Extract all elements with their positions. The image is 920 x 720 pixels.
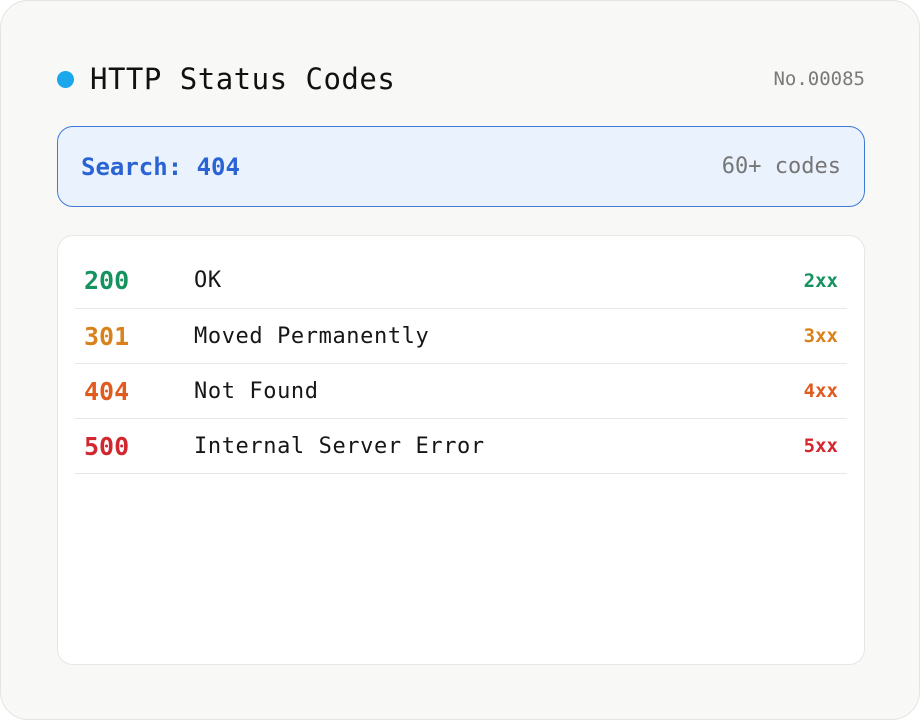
status-description: Internal Server Error <box>194 433 485 459</box>
status-code: 404 <box>84 376 130 406</box>
status-class: 5xx <box>803 435 838 457</box>
card-header: HTTP Status Codes No.00085 <box>57 59 865 99</box>
status-code-list: 200 OK 2xx 301 Moved Permanently 3xx 404… <box>57 235 865 665</box>
table-row[interactable]: 301 Moved Permanently 3xx <box>75 309 847 364</box>
page-title: HTTP Status Codes <box>90 62 396 96</box>
search-bar[interactable]: Search: 404 60+ codes <box>57 126 865 207</box>
table-row[interactable]: 404 Not Found 4xx <box>75 364 847 419</box>
status-class: 3xx <box>803 325 838 347</box>
serial-number: No.00085 <box>773 68 865 90</box>
status-dot-icon <box>57 70 74 88</box>
status-description: Not Found <box>194 378 319 404</box>
status-code: 500 <box>84 431 130 461</box>
code-count: 60+ codes <box>721 154 841 179</box>
status-code-card: HTTP Status Codes No.00085 Search: 404 6… <box>0 0 920 720</box>
search-query[interactable]: Search: 404 <box>81 153 240 181</box>
status-description: OK <box>194 268 222 293</box>
status-class: 2xx <box>803 269 838 292</box>
status-description: Moved Permanently <box>194 323 430 349</box>
status-class: 4xx <box>803 380 838 402</box>
status-code: 301 <box>84 321 130 351</box>
status-code: 200 <box>84 266 130 295</box>
table-row[interactable]: 500 Internal Server Error 5xx <box>75 419 847 474</box>
table-row[interactable]: 200 OK 2xx <box>75 236 847 309</box>
